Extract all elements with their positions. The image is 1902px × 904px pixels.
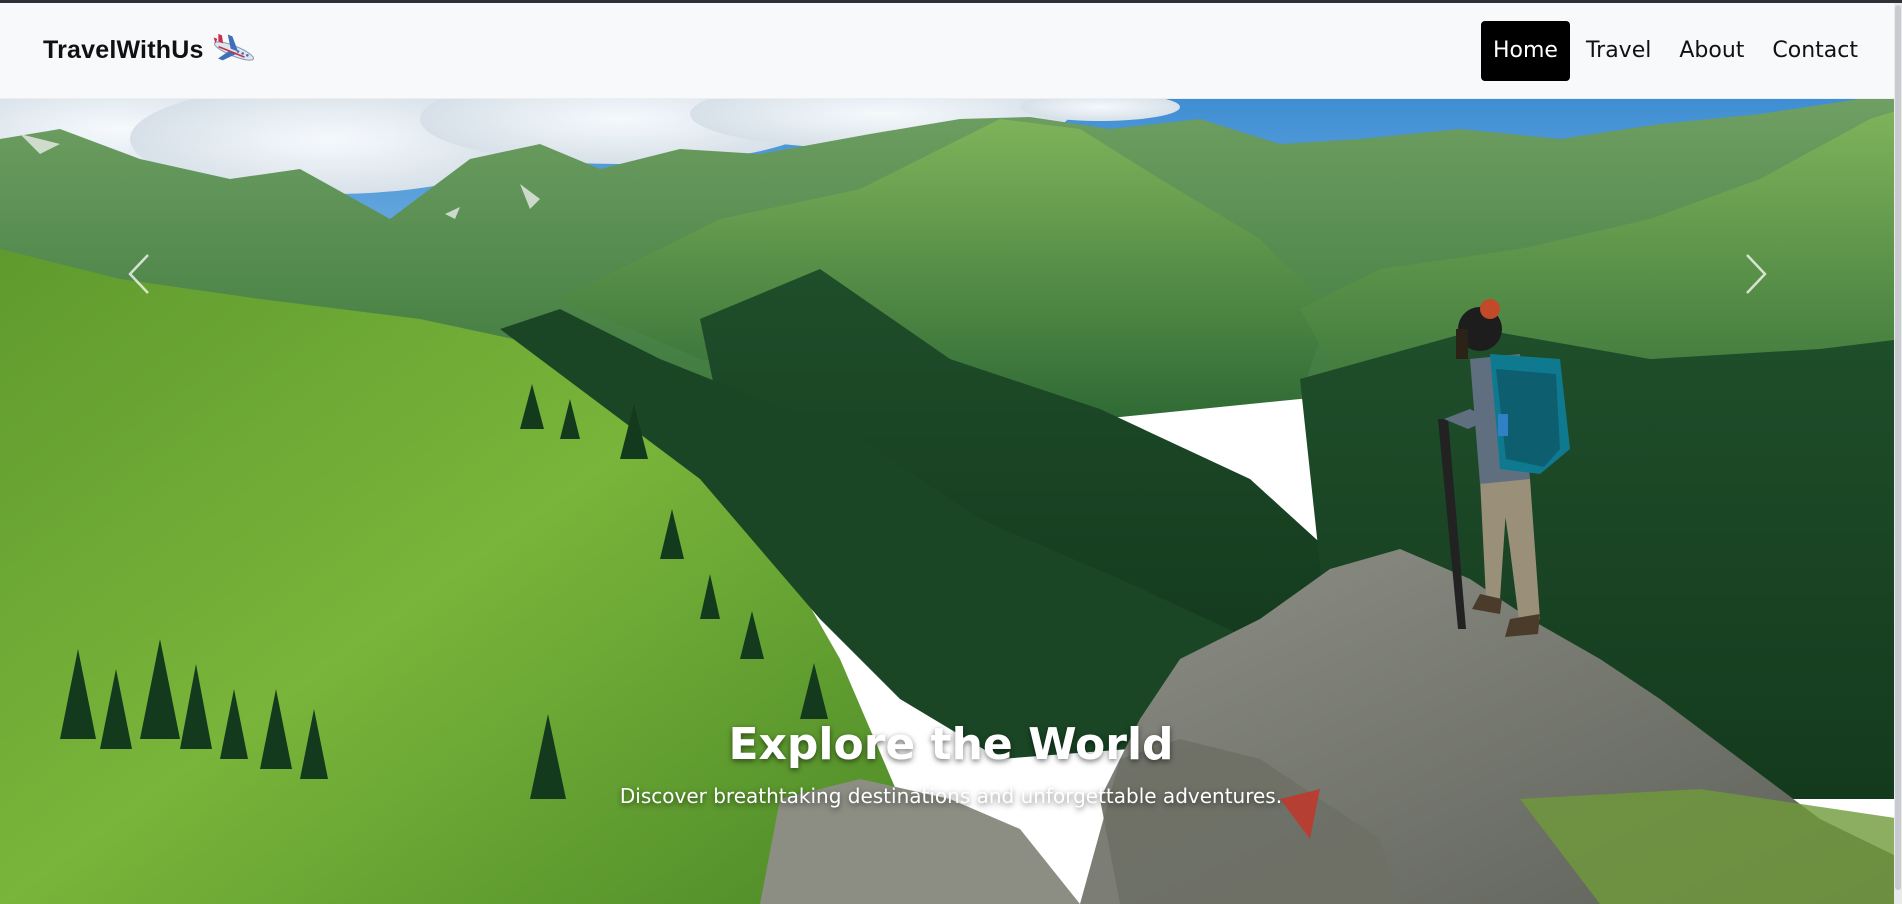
nav-travel[interactable]: Travel <box>1574 21 1663 81</box>
main-nav: Home Travel About Contact <box>1480 20 1870 81</box>
brand[interactable]: TravelWithUs <box>43 33 260 68</box>
chevron-right-icon <box>1746 254 1767 294</box>
hero-carousel: Explore the World Discover breathtaking … <box>0 99 1902 904</box>
nav-about[interactable]: About <box>1667 21 1756 81</box>
hero-caption: Explore the World Discover breathtaking … <box>0 719 1902 808</box>
carousel-prev-button[interactable] <box>120 249 160 299</box>
page-scrollbar[interactable] <box>1894 3 1902 904</box>
chevron-left-icon <box>128 254 149 294</box>
hero-subtitle: Discover breathtaking destinations and u… <box>619 784 1283 808</box>
page: TravelWithUs Home Travel About Contact E… <box>0 3 1902 904</box>
navbar: TravelWithUs Home Travel About Contact <box>0 3 1902 99</box>
hero-title: Explore the World <box>728 719 1174 770</box>
airplane-icon <box>208 33 260 68</box>
scrollbar-thumb[interactable] <box>1895 5 1901 890</box>
brand-name[interactable]: TravelWithUs <box>43 36 204 65</box>
nav-contact[interactable]: Contact <box>1760 21 1870 81</box>
nav-home[interactable]: Home <box>1480 20 1570 81</box>
carousel-next-button[interactable] <box>1735 249 1775 299</box>
